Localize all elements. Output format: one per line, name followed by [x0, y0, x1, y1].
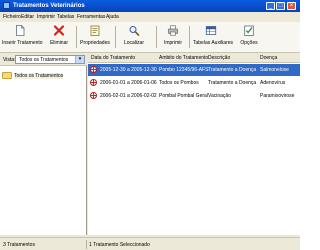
cell-description: Tratamento a Doença: [208, 80, 257, 86]
properties-icon: [90, 25, 100, 36]
toolbar: Inserir Tratamento Eliminar Propriedades…: [0, 22, 300, 53]
new-document-icon: [16, 25, 25, 36]
column-header-disease[interactable]: Doença: [260, 55, 277, 61]
cell-description: Tratamento a Doença: [208, 67, 257, 73]
status-bar: 3 Tratamentos 1 Tratamento Seleccionado: [0, 237, 300, 250]
maximize-button[interactable]: □: [276, 2, 285, 10]
status-selection: 1 Tratamento Seleccionado: [89, 242, 150, 248]
cell-disease: Adenovírus: [260, 80, 286, 86]
navigation-pane: Vista: Todos os Tratamentos ▾ Todos os T…: [0, 53, 87, 235]
status-count: 3 Tratamentos: [3, 242, 35, 248]
toolbar-separator: [115, 26, 116, 48]
cell-date: 2006-02-01 a 2006-02-02: [100, 93, 157, 99]
view-dropdown-value: Todos os Tratamentos: [19, 57, 69, 63]
properties-button[interactable]: Propriedades: [80, 24, 110, 49]
menu-ajuda[interactable]: Ajuda: [106, 14, 119, 20]
window-title: Tratamentos Veterinários: [13, 3, 85, 9]
minimize-button[interactable]: _: [266, 2, 275, 10]
properties-label: Propriedades: [80, 40, 110, 46]
options-button[interactable]: Opções: [237, 24, 261, 49]
menu-imprimir[interactable]: Imprimir: [37, 14, 55, 20]
print-button[interactable]: Imprimir: [161, 24, 185, 49]
close-button[interactable]: ×: [287, 2, 296, 10]
table-icon: [205, 26, 217, 35]
search-button[interactable]: Localizar: [120, 24, 148, 49]
cell-scope: Pombo 12345/96-AFS: [159, 67, 209, 73]
cell-date: 2005-12-30 a 2005-12-30: [100, 67, 157, 73]
options-label: Opções: [240, 40, 258, 46]
delete-label: Eliminar: [49, 40, 69, 46]
folder-icon: [2, 72, 12, 79]
delete-button[interactable]: Eliminar: [47, 24, 71, 49]
application-window: Tratamentos Veterinários _ □ × Ficheiro …: [0, 0, 300, 250]
print-label: Imprimir: [163, 40, 183, 46]
toolbar-separator: [189, 26, 190, 48]
cell-disease: Paramixovirose: [260, 93, 295, 99]
title-bar[interactable]: Tratamentos Veterinários _ □ ×: [0, 0, 300, 12]
table-row[interactable]: 2005-12-30 a 2005-12-30 Pombo 12345/96-A…: [88, 64, 300, 76]
status-separator: [86, 240, 87, 249]
menu-editar[interactable]: Editar: [21, 14, 34, 20]
column-header-date[interactable]: Data do Tratamento: [91, 55, 135, 61]
printer-icon: [167, 25, 179, 36]
menu-tabelas[interactable]: Tabelas: [57, 14, 74, 20]
tree-item-label: Todos os Tratamentos: [14, 73, 64, 79]
column-header-description[interactable]: Descrição: [208, 55, 230, 61]
insert-treatment-label: Inserir Tratamento: [2, 40, 43, 46]
insert-treatment-button[interactable]: Inserir Tratamento: [2, 24, 43, 49]
toolbar-separator: [76, 26, 77, 48]
cell-disease: Salmonelose: [260, 67, 289, 73]
menu-ficheiro[interactable]: Ficheiro: [3, 14, 21, 20]
chevron-down-icon[interactable]: ▾: [75, 56, 84, 63]
aux-tables-button[interactable]: Tabelas Auxiliares: [193, 24, 234, 49]
treatment-cross-icon: [90, 66, 97, 73]
search-icon: [129, 26, 140, 36]
cell-scope: Todos os Pombos: [159, 80, 199, 86]
tree-item-all-treatments[interactable]: Todos os Tratamentos: [2, 72, 72, 80]
view-selector-row: Vista: Todos os Tratamentos ▾: [0, 53, 87, 66]
view-dropdown[interactable]: Todos os Tratamentos ▾: [15, 55, 85, 64]
aux-tables-label: Tabelas Auxiliares: [193, 40, 234, 46]
treatment-cross-icon: [90, 79, 97, 86]
search-label: Localizar: [123, 40, 144, 46]
treatment-cross-icon: [90, 92, 97, 99]
treatments-list: Data do Tratamento Ambito do Tratamento …: [88, 53, 300, 235]
column-header-scope[interactable]: Ambito do Tratamento: [159, 55, 208, 61]
table-row[interactable]: 2006-01-01 a 2006-01-06 Todos os Pombos …: [88, 77, 300, 89]
menu-ferramentas[interactable]: Ferramentas: [77, 14, 105, 20]
app-icon: [3, 2, 10, 9]
table-row[interactable]: 2006-02-01 a 2006-02-02 Pombal Pombal Ge…: [88, 90, 300, 102]
toolbar-separator: [156, 26, 157, 48]
cell-scope: Pombal Pombal Geral: [159, 93, 208, 99]
table-header: Data do Tratamento Ambito do Tratamento …: [88, 53, 300, 63]
view-label: Vista:: [3, 57, 16, 63]
cell-date: 2006-01-01 a 2006-01-06: [100, 80, 157, 86]
options-checklist-icon: [244, 25, 254, 36]
cell-description: Vacinação: [208, 93, 231, 99]
delete-icon: [53, 25, 65, 36]
